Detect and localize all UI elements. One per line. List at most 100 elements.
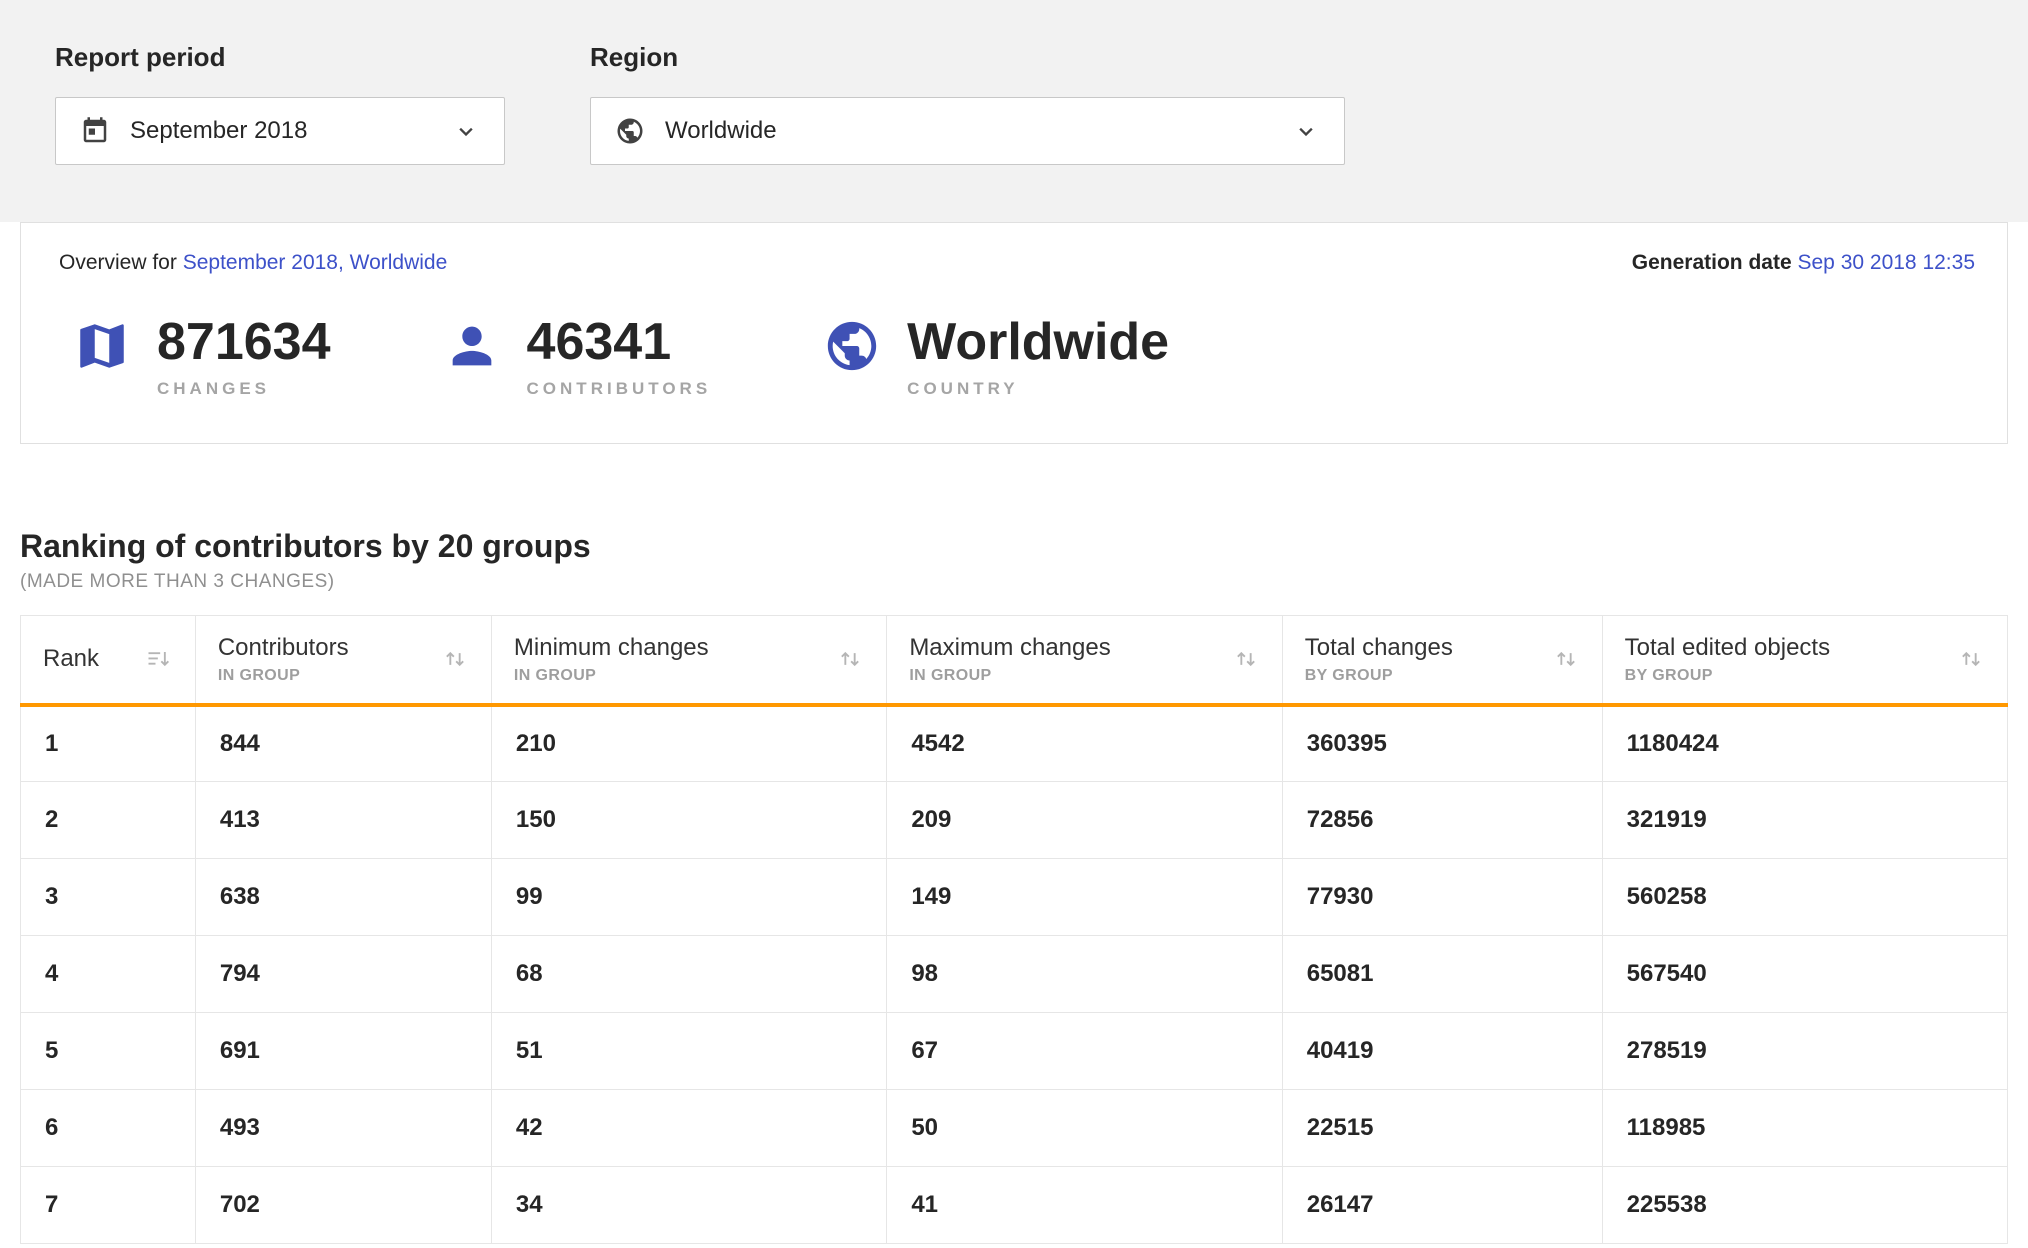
- column-label: Maximum changes: [909, 634, 1110, 662]
- ranking-subtitle: (MADE MORE THAN 3 CHANGES): [20, 571, 2008, 593]
- column-label: Total changes: [1305, 634, 1453, 662]
- region-select[interactable]: Worldwide: [590, 97, 1345, 165]
- sort-arrows-icon: [1552, 645, 1580, 673]
- table-cell: 794: [195, 936, 491, 1013]
- stat-text: 46341 CONTRIBUTORS: [527, 315, 712, 399]
- column-header-contributors[interactable]: Contributors IN GROUP: [195, 615, 491, 705]
- ranking-table-head-row: Rank Contributors IN GROUP Minimum changes I…: [21, 615, 2008, 705]
- person-icon: [443, 317, 501, 375]
- table-cell: 210: [491, 705, 886, 782]
- globe-icon: [615, 116, 645, 146]
- column-label: Rank: [43, 645, 99, 673]
- ranking-table: Rank Contributors IN GROUP Minimum changes I…: [20, 615, 2008, 1245]
- table-cell: 278519: [1602, 1013, 2007, 1090]
- overview-title-prefix: Overview for: [59, 251, 177, 274]
- stat-country-label: COUNTRY: [907, 379, 1169, 399]
- stat-text: 871634 CHANGES: [157, 315, 331, 399]
- column-label: Contributors: [218, 634, 349, 662]
- stat-country: Worldwide COUNTRY: [823, 315, 1169, 399]
- report-period-group: Report period September 2018: [55, 42, 505, 222]
- table-cell: 34: [491, 1167, 886, 1244]
- calendar-icon: [80, 116, 110, 146]
- sort-arrows-icon: [1957, 645, 1985, 673]
- table-row: 184421045423603951180424: [21, 705, 2008, 782]
- column-header-total-edited-objects[interactable]: Total edited objectsBY GROUP: [1602, 615, 2007, 705]
- chevron-down-icon: [452, 117, 480, 145]
- column-sublabel: IN GROUP: [909, 667, 1110, 685]
- report-period-value: September 2018: [130, 117, 307, 145]
- table-cell: 493: [195, 1090, 491, 1167]
- stat-changes-label: CHANGES: [157, 379, 331, 399]
- overview-header: Overview for September 2018, Worldwide G…: [59, 251, 1975, 275]
- overview-stats: 871634 CHANGES 46341 CONTRIBUTORS Worldw…: [59, 315, 1975, 399]
- table-cell: 413: [195, 782, 491, 859]
- generation-date-value: Sep 30 2018 12:35: [1798, 251, 1976, 274]
- table-cell: 4: [21, 936, 196, 1013]
- table-cell: 26147: [1282, 1167, 1602, 1244]
- generation-date: Generation date Sep 30 2018 12:35: [1632, 251, 1975, 275]
- stat-contributors-label: CONTRIBUTORS: [527, 379, 712, 399]
- column-sublabel: BY GROUP: [1305, 667, 1453, 685]
- column-header-rank[interactable]: Rank: [21, 615, 196, 705]
- table-cell: 65081: [1282, 936, 1602, 1013]
- table-cell: 321919: [1602, 782, 2007, 859]
- stat-contributors-value: 46341: [527, 315, 712, 370]
- table-cell: 567540: [1602, 936, 2007, 1013]
- region-value: Worldwide: [665, 117, 777, 145]
- stat-changes-value: 871634: [157, 315, 331, 370]
- table-cell: 3: [21, 859, 196, 936]
- table-cell: 72856: [1282, 782, 1602, 859]
- table-cell: 360395: [1282, 705, 1602, 782]
- report-period-label: Report period: [55, 42, 505, 73]
- table-row: 36389914977930560258: [21, 859, 2008, 936]
- table-cell: 225538: [1602, 1167, 2007, 1244]
- column-sublabel: IN GROUP: [218, 667, 349, 685]
- table-cell: 99: [491, 859, 886, 936]
- table-row: 241315020972856321919: [21, 782, 2008, 859]
- report-period-select[interactable]: September 2018: [55, 97, 505, 165]
- table-cell: 7: [21, 1167, 196, 1244]
- table-cell: 22515: [1282, 1090, 1602, 1167]
- stat-contributors: 46341 CONTRIBUTORS: [443, 315, 712, 399]
- column-label: Minimum changes: [514, 634, 709, 662]
- table-row: 4794689865081567540: [21, 936, 2008, 1013]
- sort-active-icon: [145, 645, 173, 673]
- overview-title-link[interactable]: September 2018, Worldwide: [183, 251, 448, 274]
- sort-arrows-icon: [441, 645, 469, 673]
- region-label: Region: [590, 42, 1345, 73]
- generation-date-label: Generation date: [1632, 251, 1792, 274]
- table-cell: 560258: [1602, 859, 2007, 936]
- overview-title: Overview for September 2018, Worldwide: [59, 251, 447, 275]
- stat-text: Worldwide COUNTRY: [907, 315, 1169, 399]
- table-cell: 638: [195, 859, 491, 936]
- table-cell: 77930: [1282, 859, 1602, 936]
- table-row: 7702344126147225538: [21, 1167, 2008, 1244]
- table-cell: 5: [21, 1013, 196, 1090]
- table-cell: 2: [21, 782, 196, 859]
- column-header-total-changes[interactable]: Total changes BY GROUP: [1282, 615, 1602, 705]
- table-row: 6493425022515118985: [21, 1090, 2008, 1167]
- sort-arrows-icon: [836, 645, 864, 673]
- stat-changes: 871634 CHANGES: [73, 315, 331, 399]
- table-cell: 41: [887, 1167, 1282, 1244]
- table-cell: 844: [195, 705, 491, 782]
- table-cell: 1180424: [1602, 705, 2007, 782]
- region-group: Region Worldwide: [590, 42, 1345, 222]
- map-icon: [73, 317, 131, 375]
- table-cell: 4542: [887, 705, 1282, 782]
- column-header-maximum-changes[interactable]: Maximum changes IN GROUP: [887, 615, 1282, 705]
- column-sublabel: IN GROUP: [514, 667, 709, 685]
- table-cell: 150: [491, 782, 886, 859]
- table-cell: 42: [491, 1090, 886, 1167]
- table-cell: 209: [887, 782, 1282, 859]
- table-cell: 118985: [1602, 1090, 2007, 1167]
- table-cell: 51: [491, 1013, 886, 1090]
- table-cell: 67: [887, 1013, 1282, 1090]
- table-cell: 6: [21, 1090, 196, 1167]
- table-cell: 68: [491, 936, 886, 1013]
- chevron-down-icon: [1292, 117, 1320, 145]
- stat-country-value: Worldwide: [907, 315, 1169, 370]
- column-header-minimum-changes[interactable]: Minimum changes IN GROUP: [491, 615, 886, 705]
- globe-icon: [823, 317, 881, 375]
- table-row: 5691516740419278519: [21, 1013, 2008, 1090]
